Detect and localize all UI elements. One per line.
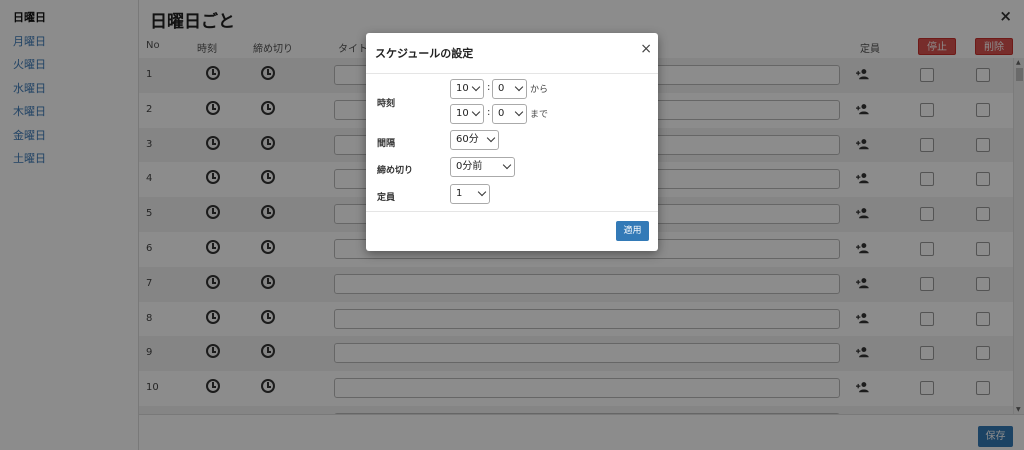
from-colon: : (487, 82, 491, 93)
chevron-down-icon (486, 133, 496, 143)
modal-body: 時刻 10 : 0 から 10 : 0 まで 間隔 60分 締め切り 0分前 定… (366, 74, 658, 211)
capacity-select[interactable]: 1 (450, 184, 490, 204)
capacity-label: 定員 (377, 193, 396, 203)
from-hour-select[interactable]: 10 (450, 79, 484, 99)
chevron-down-icon (477, 187, 487, 197)
chevron-down-icon (471, 82, 481, 92)
modal-header: スケジュールの設定 × (366, 33, 658, 74)
to-suffix: まで (530, 110, 549, 120)
from-hour-value: 10 (456, 83, 469, 94)
from-suffix: から (530, 85, 549, 95)
interval-value: 60分 (456, 134, 479, 145)
from-minute-select[interactable]: 0 (492, 79, 527, 99)
modal-footer: 適用 (366, 211, 658, 251)
deadline-select[interactable]: 0分前 (450, 157, 515, 177)
chevron-down-icon (471, 107, 481, 117)
modal-close-icon[interactable]: × (640, 41, 652, 57)
chevron-down-icon (514, 107, 524, 117)
interval-select[interactable]: 60分 (450, 130, 499, 150)
to-minute-value: 0 (498, 108, 505, 119)
chevron-down-icon (502, 160, 512, 170)
deadline-value: 0分前 (456, 161, 483, 172)
chevron-down-icon (514, 82, 524, 92)
modal-title: スケジュールの設定 (375, 47, 474, 60)
to-colon: : (487, 107, 491, 118)
time-label: 時刻 (377, 99, 396, 109)
apply-button[interactable]: 適用 (616, 221, 649, 241)
interval-label: 間隔 (377, 139, 396, 149)
to-hour-value: 10 (456, 108, 469, 119)
schedule-settings-modal: スケジュールの設定 × 時刻 10 : 0 から 10 : 0 まで 間隔 60… (366, 33, 658, 251)
to-minute-select[interactable]: 0 (492, 104, 527, 124)
capacity-value: 1 (456, 188, 463, 199)
from-minute-value: 0 (498, 83, 505, 94)
to-hour-select[interactable]: 10 (450, 104, 484, 124)
deadline-label: 締め切り (377, 166, 414, 176)
